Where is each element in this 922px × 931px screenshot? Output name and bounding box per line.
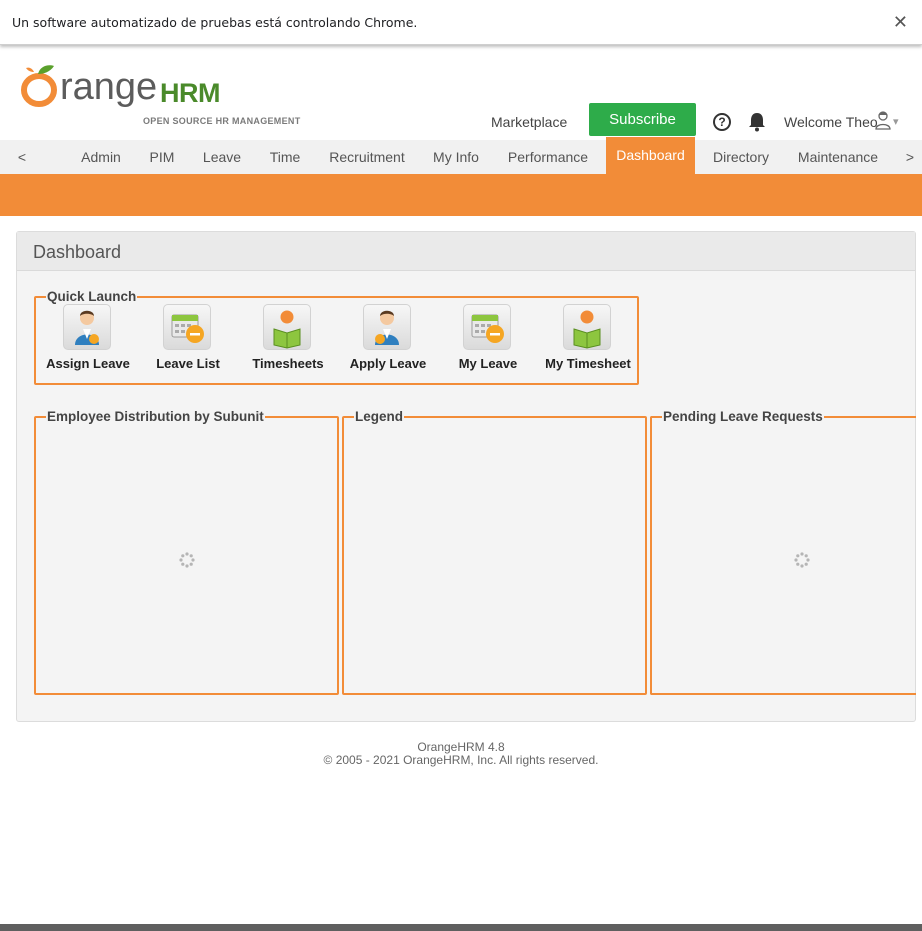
quick-launch-label: Assign Leave bbox=[46, 356, 130, 371]
logo-hrm: HRM bbox=[160, 78, 221, 108]
menu-item-leave[interactable]: Leave bbox=[192, 140, 252, 174]
menu-item-dashboard[interactable]: Dashboard bbox=[606, 137, 695, 174]
window-bottom-edge bbox=[0, 924, 922, 931]
page-title: Dashboard bbox=[33, 242, 122, 262]
welcome-user-link[interactable]: Welcome Theo bbox=[784, 114, 878, 130]
quick-launch-box: Quick Launch Assign Leave Leave List Tim… bbox=[34, 289, 639, 385]
loading-spinner-icon bbox=[794, 552, 810, 568]
apply-leave-icon bbox=[363, 304, 411, 350]
menu-item-time[interactable]: Time bbox=[260, 140, 310, 174]
menu-item-performance[interactable]: Performance bbox=[498, 140, 598, 174]
loading-spinner-icon bbox=[179, 552, 195, 568]
widget-title: Employee Distribution by Subunit bbox=[46, 409, 265, 425]
quick-launch-assign-leave[interactable]: Assign Leave bbox=[38, 304, 138, 374]
menu-item-pim[interactable]: PIM bbox=[140, 140, 184, 174]
quick-launch-timesheets[interactable]: Timesheets bbox=[238, 304, 338, 374]
quick-launch-leave-list[interactable]: Leave List bbox=[138, 304, 238, 374]
my-timesheet-icon bbox=[563, 304, 611, 350]
menu-item-maintenance[interactable]: Maintenance bbox=[788, 140, 888, 174]
menu-scroll-left[interactable]: < bbox=[14, 140, 30, 174]
leave-list-icon bbox=[163, 304, 211, 350]
dashboard-panel: Dashboard Quick Launch Assign Leave Leav… bbox=[16, 231, 916, 722]
legend-widget: Legend bbox=[342, 409, 647, 695]
menu-item-admin[interactable]: Admin bbox=[68, 140, 134, 174]
bell-icon[interactable] bbox=[748, 112, 766, 132]
menu-scroll-right[interactable]: > bbox=[902, 140, 918, 174]
assign-leave-icon bbox=[63, 304, 111, 350]
orangehrm-logo[interactable]: range HRM OPEN SOURCE HR MANAGEMENT bbox=[20, 58, 310, 126]
footer: OrangeHRM 4.8 © 2005 - 2021 OrangeHRM, I… bbox=[0, 741, 922, 767]
logo-orange-icon bbox=[21, 65, 57, 107]
employee-distribution-widget: Employee Distribution by Subunit bbox=[34, 409, 339, 695]
submenu-bar bbox=[0, 174, 922, 216]
quick-launch-apply-leave[interactable]: Apply Leave bbox=[338, 304, 438, 374]
main-menu: < Admin PIM Leave Time Recruitment My In… bbox=[0, 137, 922, 174]
logo-tagline: OPEN SOURCE HR MANAGEMENT bbox=[143, 116, 301, 126]
automation-infobar: Un software automatizado de pruebas está… bbox=[0, 0, 922, 45]
footer-copyright: © 2005 - 2021 OrangeHRM, Inc. All rights… bbox=[323, 753, 599, 767]
quick-launch-label: Leave List bbox=[156, 356, 220, 371]
panel-header: Dashboard bbox=[17, 232, 915, 271]
menu-item-recruitment[interactable]: Recruitment bbox=[318, 140, 416, 174]
quick-launch-my-timesheet[interactable]: My Timesheet bbox=[538, 304, 638, 374]
menu-item-my-info[interactable]: My Info bbox=[424, 140, 488, 174]
marketplace-link[interactable]: Marketplace bbox=[491, 114, 567, 130]
quick-launch-legend: Quick Launch bbox=[46, 289, 138, 305]
user-avatar-icon[interactable] bbox=[874, 110, 892, 130]
quick-launch-label: Apply Leave bbox=[349, 356, 427, 371]
header: range HRM OPEN SOURCE HR MANAGEMENT Mark… bbox=[0, 46, 922, 140]
my-leave-icon bbox=[463, 304, 511, 350]
timesheets-icon bbox=[263, 304, 311, 350]
quick-launch-my-leave[interactable]: My Leave bbox=[438, 304, 538, 374]
logo-word: range bbox=[60, 66, 158, 108]
subscribe-button[interactable]: Subscribe bbox=[589, 103, 696, 136]
infobar-text: Un software automatizado de pruebas está… bbox=[12, 15, 418, 30]
quick-launch-label: Timesheets bbox=[252, 356, 324, 371]
quick-launch-label: My Timesheet bbox=[545, 356, 631, 371]
quick-launch-label: My Leave bbox=[458, 356, 518, 371]
menu-item-directory[interactable]: Directory bbox=[704, 140, 778, 174]
close-icon[interactable]: ✕ bbox=[893, 12, 908, 33]
chevron-down-icon[interactable]: ▾ bbox=[893, 115, 899, 128]
help-icon[interactable]: ? bbox=[713, 113, 731, 131]
pending-leave-requests-widget: Pending Leave Requests bbox=[650, 409, 916, 695]
widget-title: Pending Leave Requests bbox=[662, 409, 824, 425]
widget-title: Legend bbox=[354, 409, 405, 425]
